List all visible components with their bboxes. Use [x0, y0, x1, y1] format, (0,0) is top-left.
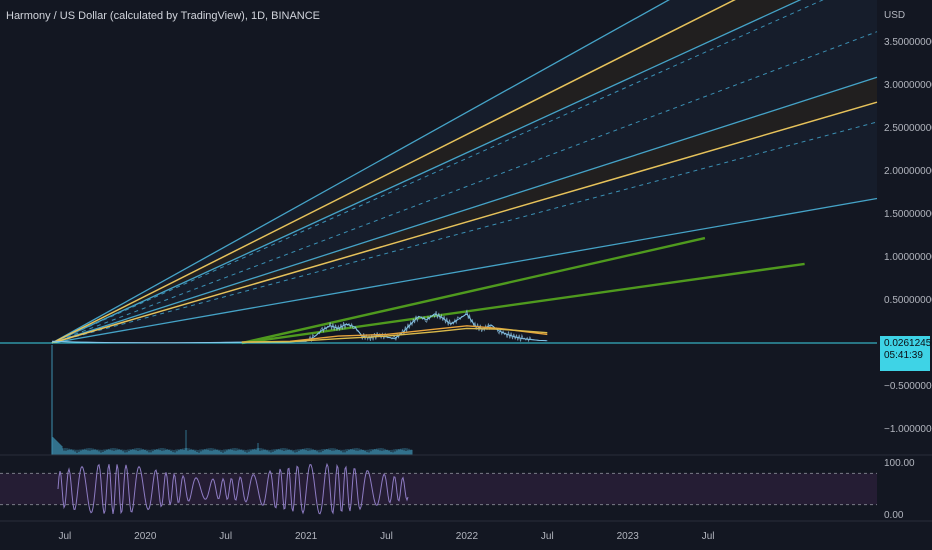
x-tick-label: Jul	[380, 531, 393, 542]
x-tick-label: 2021	[295, 531, 318, 542]
x-tick-label: 2020	[134, 531, 157, 542]
y-tick-label: 100.00	[884, 458, 915, 469]
last-price-badge: 0.02612456 05:41:39	[880, 336, 932, 371]
y-tick-label: −0.50000000	[884, 381, 932, 392]
y-tick-label: 2.00000000	[884, 166, 932, 177]
x-tick-label: Jul	[702, 531, 715, 542]
x-tick-label: 2022	[456, 531, 479, 542]
last-price-value: 0.02612456	[884, 338, 932, 349]
chart-title: Harmony / US Dollar (calculated by Tradi…	[6, 10, 321, 22]
y-tick-label: 0.50000000	[884, 295, 932, 306]
axis-unit-label: USD	[884, 10, 906, 21]
y-tick-label: 1.00000000	[884, 252, 932, 263]
chart-canvas[interactable]: 3.50000000 3.00000000 2.50000000 2.00000000…	[0, 0, 932, 550]
x-tick-label: Jul	[541, 531, 554, 542]
y-tick-label: 3.00000000	[884, 80, 932, 91]
oscillator-band	[0, 473, 877, 505]
y-tick-label: 0.00	[884, 510, 904, 521]
y-tick-label: −1.00000000	[884, 424, 932, 435]
y-tick-label: 3.50000000	[884, 37, 932, 48]
y-tick-label: 1.50000000	[884, 209, 932, 220]
x-tick-label: Jul	[219, 531, 232, 542]
x-tick-label: Jul	[58, 531, 71, 542]
bar-countdown: 05:41:39	[884, 350, 923, 361]
x-tick-label: 2023	[617, 531, 640, 542]
y-tick-label: 2.50000000	[884, 123, 932, 134]
